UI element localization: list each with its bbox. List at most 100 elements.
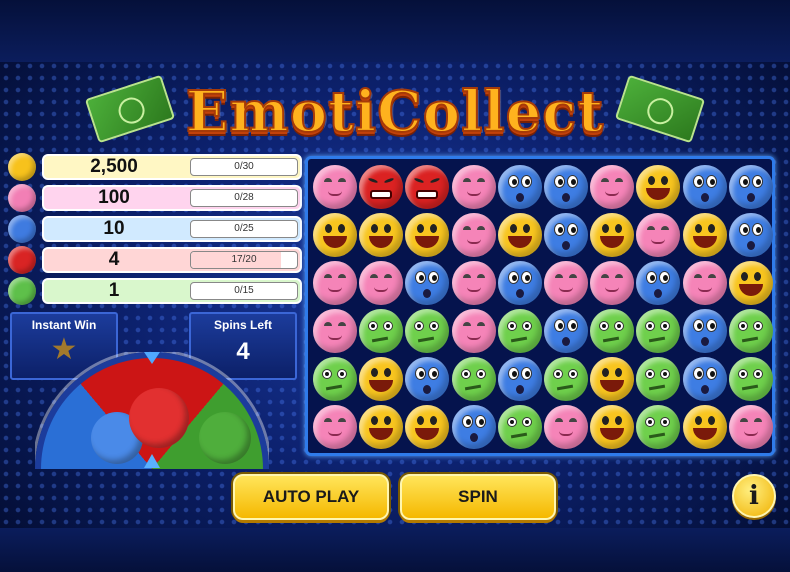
spin-button[interactable]: SPIN bbox=[400, 474, 556, 520]
paytable-bar: 2,500 0/30 bbox=[42, 154, 302, 180]
pupil bbox=[709, 179, 715, 185]
eye bbox=[430, 224, 438, 233]
mouth bbox=[328, 287, 342, 292]
pupil bbox=[571, 323, 576, 329]
mouth bbox=[738, 284, 763, 296]
eye bbox=[383, 177, 395, 184]
eye bbox=[462, 226, 471, 230]
pupil bbox=[465, 419, 471, 425]
paytable-row: 2,500 0/30 bbox=[8, 153, 302, 181]
mouth bbox=[600, 428, 625, 440]
eye bbox=[417, 416, 425, 425]
pupil bbox=[755, 227, 761, 233]
pupil bbox=[524, 324, 529, 328]
eye bbox=[338, 224, 345, 233]
eye bbox=[417, 224, 425, 233]
eye bbox=[615, 178, 624, 182]
mouth bbox=[746, 193, 755, 202]
pupil bbox=[755, 324, 760, 328]
mouth bbox=[370, 190, 393, 199]
green-emoji-icon bbox=[636, 405, 681, 449]
mouth bbox=[649, 384, 666, 391]
pupil bbox=[556, 372, 560, 376]
pupil bbox=[709, 323, 715, 329]
yellow-emoji-icon bbox=[590, 357, 635, 401]
blue-emoji-icon bbox=[451, 405, 496, 449]
yellow-emoji-icon bbox=[590, 213, 635, 257]
eye bbox=[371, 224, 379, 233]
pupil bbox=[524, 371, 530, 377]
mouth bbox=[646, 188, 671, 200]
mouth bbox=[559, 287, 573, 292]
pink-emoji-icon bbox=[636, 213, 681, 257]
eye bbox=[601, 274, 610, 278]
blue-emoji-icon bbox=[497, 357, 542, 401]
eye bbox=[338, 178, 346, 182]
pupil bbox=[340, 372, 344, 376]
yellow-emoji-icon bbox=[590, 405, 635, 449]
green-emoji-icon bbox=[405, 309, 450, 353]
mouth bbox=[369, 380, 394, 392]
mouth bbox=[741, 384, 758, 391]
mouth bbox=[510, 336, 527, 343]
eye bbox=[462, 274, 471, 278]
eye bbox=[324, 274, 332, 278]
eye bbox=[338, 322, 346, 326]
pink-smiley-icon bbox=[8, 184, 36, 212]
mouth bbox=[510, 432, 527, 439]
eye bbox=[707, 274, 716, 278]
blue-emoji-icon bbox=[544, 213, 588, 257]
pupil bbox=[571, 227, 576, 233]
eye bbox=[476, 226, 485, 230]
pupil bbox=[511, 179, 517, 185]
mouth bbox=[700, 337, 709, 346]
mouth bbox=[697, 287, 712, 292]
emoji-grid[interactable] bbox=[305, 156, 775, 456]
yellow-emoji-icon bbox=[405, 405, 450, 449]
eye bbox=[476, 274, 485, 278]
mouth bbox=[328, 191, 342, 196]
mouth bbox=[743, 431, 758, 436]
pupil bbox=[511, 275, 517, 281]
yellow-emoji-icon bbox=[636, 165, 681, 209]
eye bbox=[384, 416, 392, 425]
eye bbox=[338, 418, 346, 422]
green-emoji-icon bbox=[544, 357, 588, 401]
pupil bbox=[524, 275, 530, 281]
pink-emoji-icon bbox=[313, 261, 357, 305]
green-emoji-icon bbox=[497, 405, 542, 449]
pupil bbox=[558, 323, 563, 329]
mouth bbox=[562, 241, 570, 250]
pupil bbox=[558, 227, 563, 233]
paytable-row: 1 0/15 bbox=[8, 277, 302, 305]
auto-play-button[interactable]: AUTO PLAY bbox=[233, 474, 389, 520]
eye bbox=[324, 418, 332, 422]
pupil bbox=[755, 179, 761, 185]
blue-emoji-icon bbox=[682, 357, 727, 401]
bottom-frame bbox=[0, 528, 790, 572]
mouth bbox=[466, 287, 481, 292]
eye bbox=[661, 176, 669, 185]
mouth bbox=[700, 193, 709, 202]
mouth bbox=[605, 287, 620, 292]
pink-emoji-icon bbox=[313, 309, 357, 353]
eye bbox=[509, 224, 517, 233]
paytable-row: 10 0/25 bbox=[8, 215, 302, 243]
info-button[interactable]: i bbox=[732, 474, 776, 518]
mouth bbox=[562, 337, 570, 346]
prize-value: 1 bbox=[108, 280, 120, 301]
pupil bbox=[696, 371, 702, 377]
pink-emoji-icon bbox=[451, 261, 496, 305]
pupil bbox=[740, 372, 745, 376]
blue-emoji-icon bbox=[728, 213, 773, 257]
mouth bbox=[649, 432, 666, 439]
mouth bbox=[374, 287, 389, 292]
collect-progress: 0/28 bbox=[190, 189, 298, 207]
eye bbox=[430, 416, 438, 425]
collect-progress: 0/25 bbox=[190, 220, 298, 238]
pupil bbox=[478, 419, 484, 425]
mouth bbox=[556, 384, 574, 391]
pupil bbox=[558, 179, 563, 185]
eye bbox=[384, 368, 392, 377]
blue-emoji-icon bbox=[728, 165, 773, 209]
